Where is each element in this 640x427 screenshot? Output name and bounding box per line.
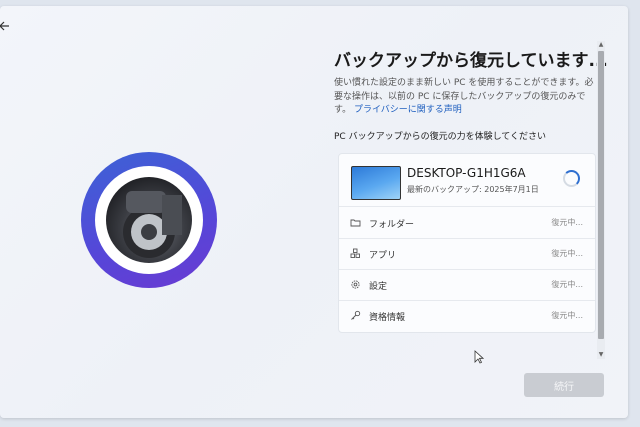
- gear-icon: [350, 279, 361, 290]
- folder-icon: [350, 217, 361, 228]
- mouse-cursor-icon: [474, 349, 485, 364]
- item-status: 復元中...: [551, 280, 583, 289]
- key-icon: [350, 310, 361, 321]
- avatar-photo: [106, 177, 192, 263]
- item-label: フォルダー: [369, 220, 415, 230]
- list-item-apps: アプリ 復元中...: [339, 239, 595, 270]
- item-status: 復元中...: [551, 218, 583, 227]
- item-status: 復元中...: [551, 311, 583, 320]
- setup-window: バックアップから復元しています... 使い慣れた設定のまま新しい PC を使用す…: [0, 6, 628, 418]
- description: 使い慣れた設定のまま新しい PC を使用することができます。必要な操作は、以前の…: [334, 78, 594, 115]
- device-name: DESKTOP-G1H1G6A: [407, 166, 526, 180]
- restore-card: DESKTOP-G1H1G6A 最新のバックアップ: 2025年7月1日 フォル…: [338, 153, 596, 333]
- scroll-up-icon[interactable]: ▲: [597, 41, 605, 49]
- item-label: アプリ: [369, 251, 397, 261]
- item-label: 設定: [369, 282, 388, 292]
- list-item-credentials: 資格情報 復元中...: [339, 301, 595, 331]
- scroll-down-icon[interactable]: ▼: [597, 351, 605, 359]
- list-item-settings: 設定 復元中...: [339, 270, 595, 301]
- subheading: PC バックアップからの復元の力を体験してください: [334, 132, 547, 142]
- page-title: バックアップから復元しています...: [334, 51, 608, 71]
- apps-icon: [350, 248, 361, 259]
- user-avatar: [81, 152, 217, 288]
- list-item-folders: フォルダー 復元中...: [339, 208, 595, 239]
- device-row: DESKTOP-G1H1G6A 最新のバックアップ: 2025年7月1日: [339, 154, 595, 207]
- scrollbar[interactable]: ▲ ▼: [597, 41, 605, 359]
- scroll-thumb[interactable]: [598, 51, 604, 339]
- last-backup-date: 最新のバックアップ: 2025年7月1日: [407, 185, 539, 194]
- privacy-link[interactable]: プライバシーに関する声明: [354, 105, 462, 115]
- back-arrow-icon[interactable]: [0, 20, 12, 34]
- desktop-thumbnail-icon: [351, 166, 401, 200]
- item-status: 復元中...: [551, 249, 583, 258]
- progress-spinner-icon: [563, 170, 580, 187]
- continue-button[interactable]: 続行: [524, 373, 604, 397]
- item-label: 資格情報: [369, 313, 406, 323]
